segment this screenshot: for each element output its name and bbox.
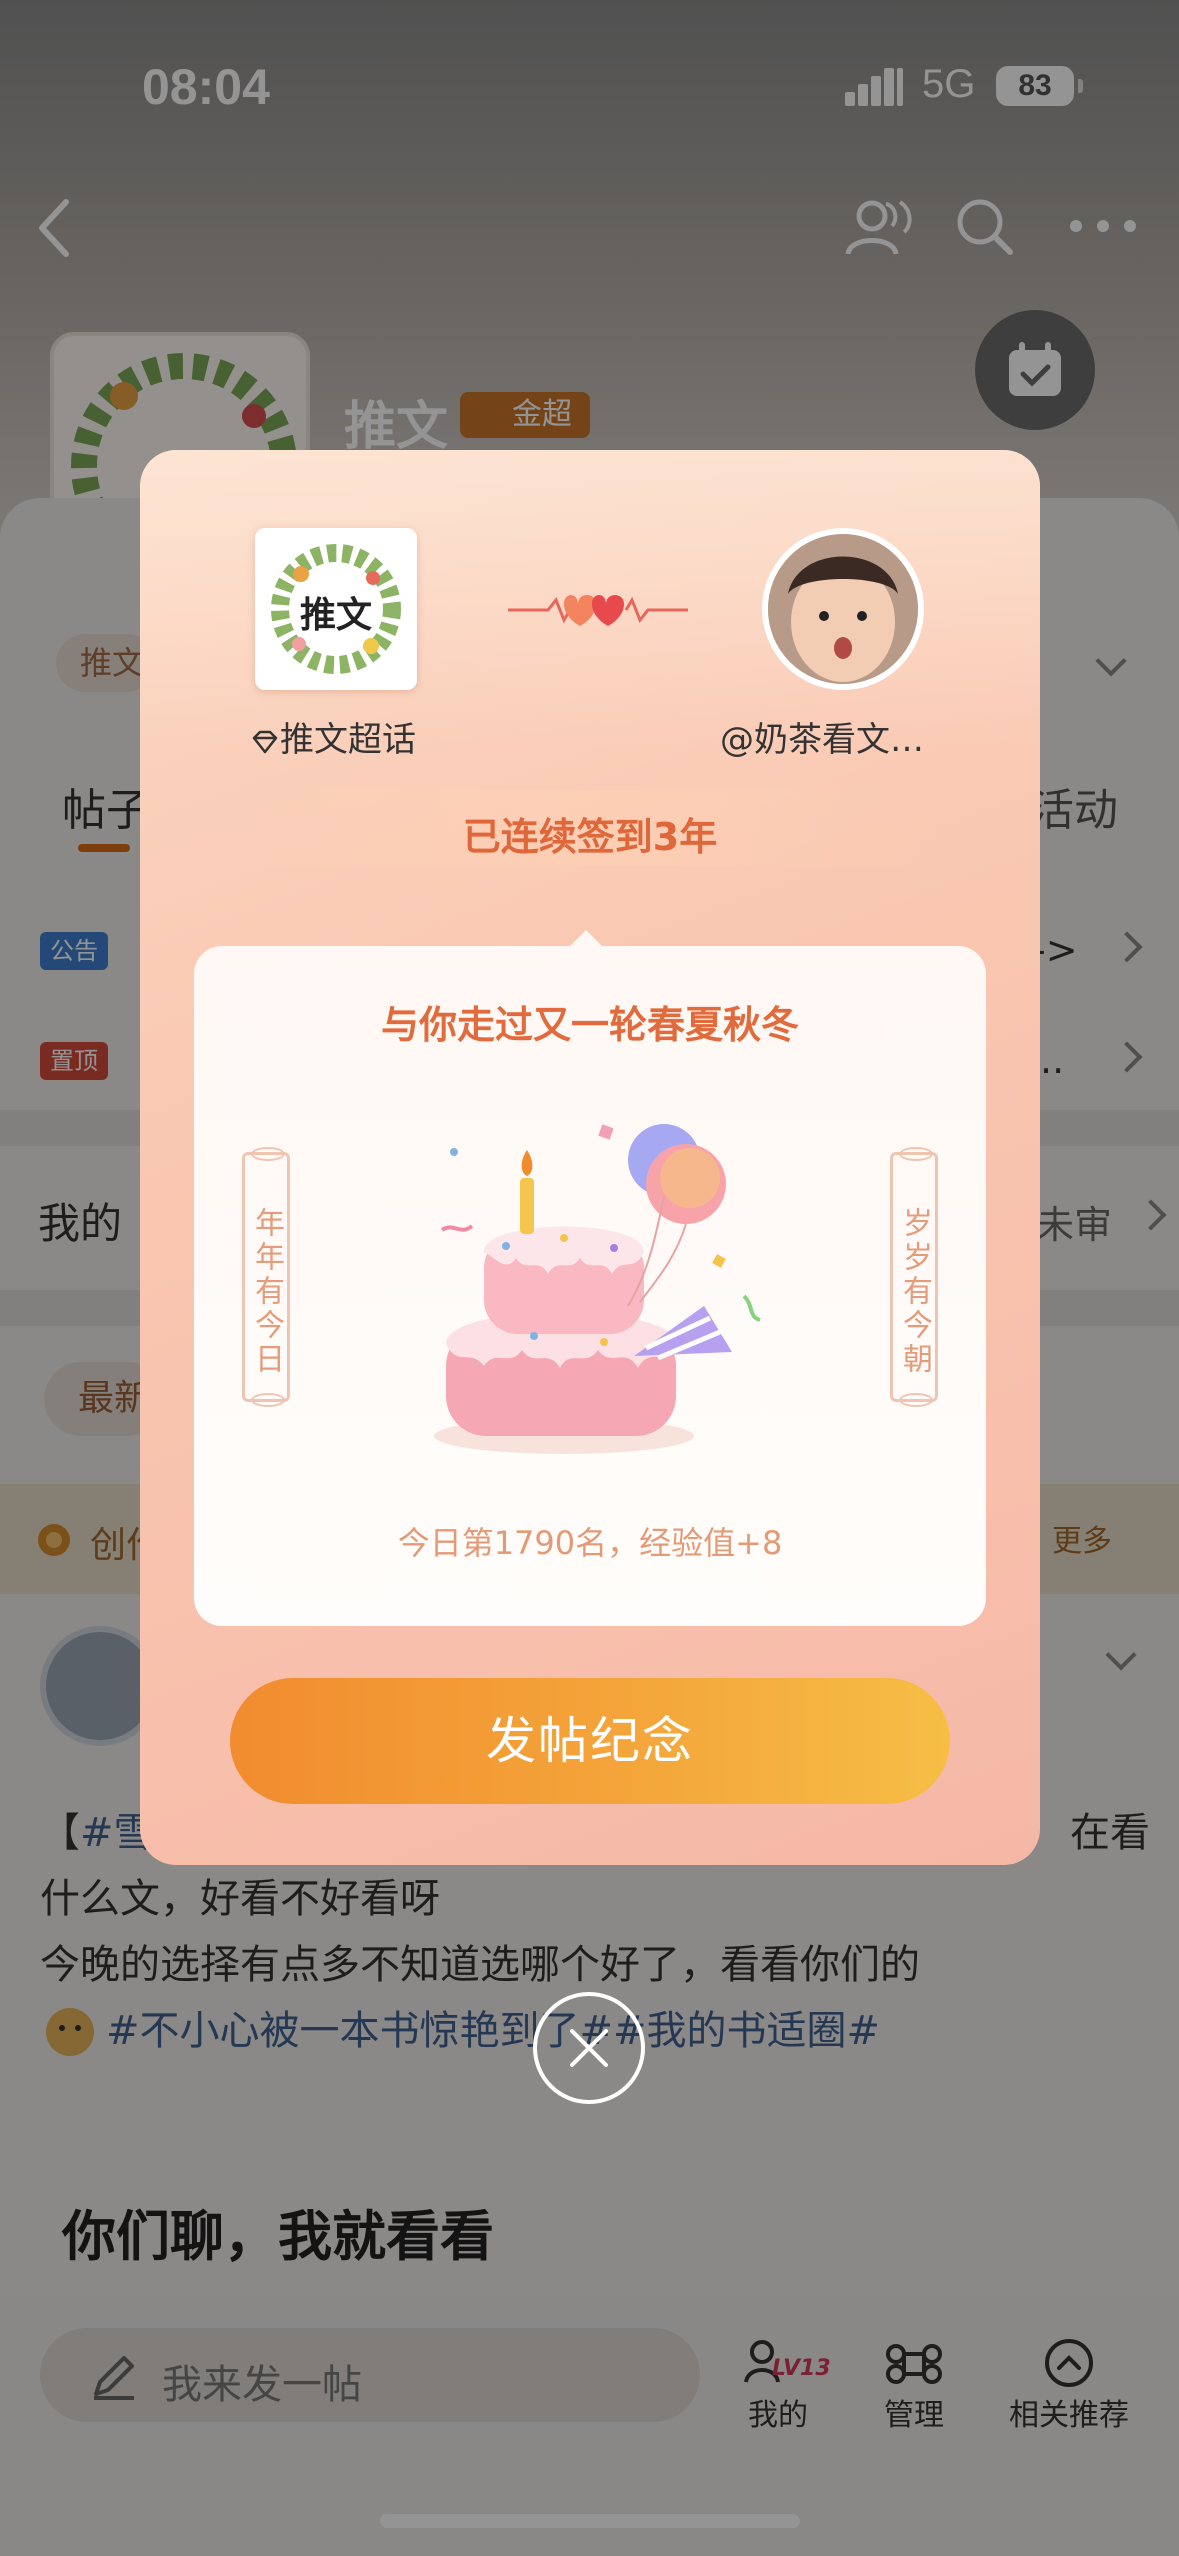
rank-text: 今日第1790名，经验值+8 bbox=[397, 1524, 783, 1562]
card-title: 与你走过又一轮春夏秋冬 bbox=[380, 1003, 799, 1047]
anniversary-card: 与你走过又一轮春夏秋冬 年年有今日 岁岁有今朝 今日第1790名，经验值+8 bbox=[194, 946, 986, 1626]
topic-image: 推文 bbox=[255, 528, 417, 690]
left-scroll: 年年有今日 bbox=[242, 1147, 290, 1407]
birthday-cake-illustration bbox=[434, 1124, 761, 1454]
right-scroll: 岁岁有今朝 bbox=[890, 1147, 938, 1407]
user-label: @奶茶看文… bbox=[720, 720, 924, 760]
close-icon[interactable] bbox=[533, 1992, 645, 2104]
post-commemorate-button[interactable]: 发帖纪念 bbox=[230, 1678, 950, 1804]
streak-text: 已连续签到3年 bbox=[462, 815, 718, 859]
topic-label: 推文超话 bbox=[250, 712, 416, 761]
user-avatar[interactable] bbox=[762, 528, 924, 690]
heartbeat-icon bbox=[508, 595, 688, 626]
diamond-icon bbox=[252, 730, 278, 753]
checkin-anniversary-modal: 推文 推文超话 @奶茶看文… 已连续签到3年 与你走过又一轮春夏秋冬 年年有今日… bbox=[140, 450, 1040, 1865]
topic-label-text: 推文超话 bbox=[280, 720, 416, 760]
topic-image-text: 推文 bbox=[299, 594, 372, 636]
